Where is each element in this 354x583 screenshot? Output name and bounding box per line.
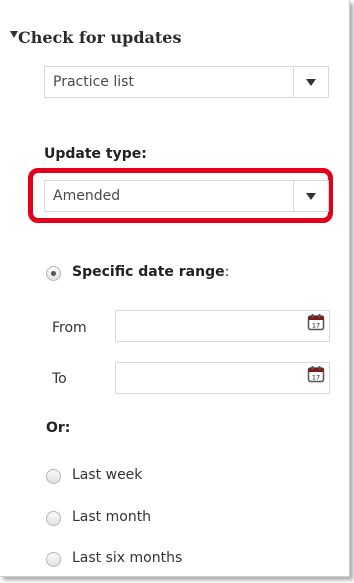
to-date-input[interactable] [115,362,330,394]
list-select[interactable]: Practice list [44,66,329,98]
or-label: Or: [46,420,71,436]
update-type-select[interactable]: Amended [44,180,329,212]
collapse-caret-icon[interactable] [10,31,18,38]
radio-last-week[interactable] [46,469,61,484]
to-label: To [52,371,67,387]
from-label: From [52,320,87,336]
radio-last-month[interactable] [46,511,61,526]
chevron-down-icon[interactable] [293,181,328,211]
list-select-value: Practice list [53,74,134,90]
calendar-icon[interactable]: 17 [307,365,325,383]
radio-last-six-months[interactable] [46,552,61,567]
from-date-input[interactable] [115,310,330,342]
update-type-value: Amended [53,188,121,204]
calendar-icon[interactable]: 17 [307,313,325,331]
option-label: Last six months [72,550,183,566]
radio-specific-date-range[interactable] [46,266,61,281]
update-type-label: Update type: [44,146,147,162]
section-title[interactable]: Check for updates [18,28,181,47]
chevron-down-icon[interactable] [293,67,328,97]
specific-date-range-label: Specific date range: [72,264,230,280]
svg-text:17: 17 [312,374,320,382]
option-label: Last week [72,467,143,483]
option-label: Last month [72,509,152,525]
svg-text:17: 17 [312,322,320,330]
check-for-updates-panel: Check for updates Practice list Update t… [0,0,350,577]
